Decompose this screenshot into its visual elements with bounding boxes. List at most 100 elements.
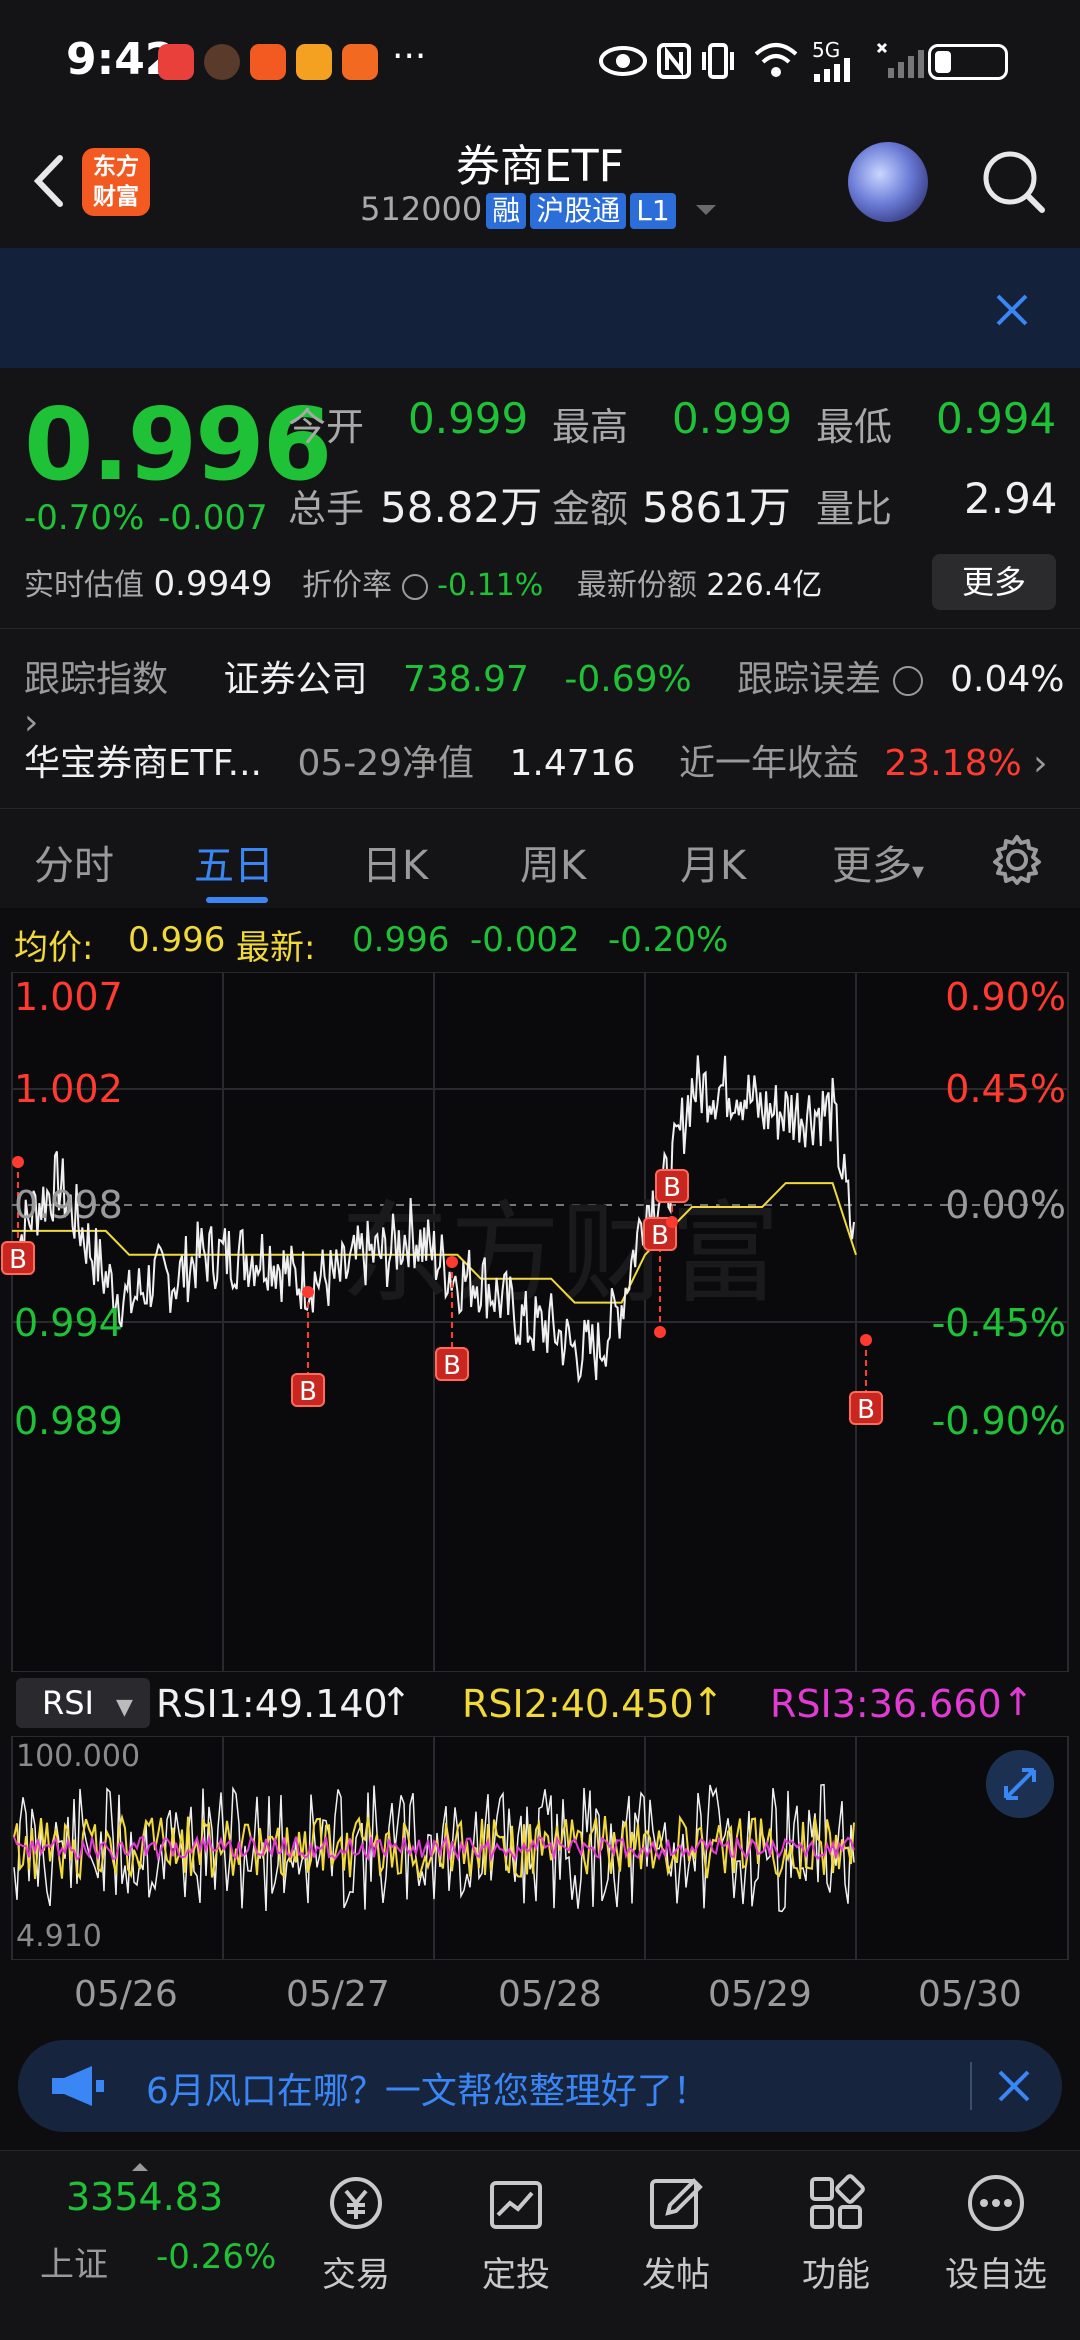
discount-value: -0.11% [437, 568, 544, 603]
chart-tabs: 分时 五日 日K 周K 月K 更多▾ [0, 808, 1080, 908]
amount-label: 金额 [552, 487, 629, 531]
nav-trade[interactable]: 交易 [286, 2173, 426, 2296]
nav-label: 发帖 [642, 2255, 710, 2295]
market-index[interactable]: 3354.83 上证 -0.26% [16, 2161, 286, 2301]
status-bar: 9:42 ··· 5G [0, 0, 1080, 118]
app-notification-icon [158, 44, 194, 80]
tag-level: L1 [630, 193, 676, 229]
date-label: 05/28 [498, 1974, 602, 2015]
nav-functions[interactable]: 功能 [766, 2173, 906, 2296]
chart-calendar-icon [490, 2181, 542, 2229]
last-change-pct: -0.20% [608, 920, 729, 960]
notice-bar[interactable]: 6月风口在哪？一文帮您整理好了！ [18, 2040, 1062, 2132]
eye-icon [599, 46, 647, 76]
buy-marker-label: B [443, 1351, 461, 1381]
high-value: 0.999 [672, 394, 793, 443]
vibrate-icon [702, 43, 734, 79]
signal-icon-sim2 [876, 42, 924, 78]
tracking-pct: -0.69% [564, 659, 692, 700]
tracking-row[interactable]: 跟踪指数 证券公司 738.97 -0.69% 跟踪误差 0.04% › [24, 650, 1080, 743]
notice-text: 6月风口在哪？一文帮您整理好了！ [146, 2071, 709, 2112]
tracking-error-value: 0.04% [950, 659, 1065, 700]
more-button[interactable]: 更多 [932, 554, 1056, 610]
tab-five-day[interactable]: 五日 [194, 833, 274, 891]
nav-add-watchlist[interactable]: 设自选 [926, 2173, 1066, 2296]
ad-banner[interactable] [0, 248, 1080, 368]
tab-weekly-k[interactable]: 周K [520, 833, 586, 891]
buy-marker-dot [302, 1286, 314, 1298]
nav-label: 功能 [802, 2255, 870, 2295]
chevron-right-icon: › [1033, 743, 1048, 784]
rsi-top-label: 100.000 [16, 1739, 140, 1774]
bottom-nav: 3354.83 上证 -0.26% 交易 定投 发帖 功能 设自选 [0, 2150, 1080, 2340]
rsi2-value: RSI2:40.450 [462, 1682, 694, 1726]
tab-daily-k[interactable]: 日K [362, 833, 428, 891]
index-name: 上证 [40, 2245, 108, 2285]
megaphone-icon [52, 2066, 104, 2106]
grid-icon [810, 2174, 865, 2229]
y-tick-right: 0.90% [945, 975, 1066, 1019]
assistant-robot-icon[interactable] [848, 142, 928, 222]
tab-more[interactable]: 更多▾ [832, 833, 924, 891]
tag-margin: 融 [486, 193, 527, 229]
y-tick-left: 0.989 [14, 1399, 123, 1443]
volume-value: 58.82万 [380, 483, 543, 532]
battery-icon [928, 44, 1008, 80]
buy-marker-dot [666, 1216, 678, 1228]
signal-icon [814, 58, 850, 82]
tab-intraday[interactable]: 分时 [34, 833, 114, 891]
gear-icon[interactable] [990, 833, 1044, 887]
app-notification-icon [296, 44, 332, 80]
search-icon[interactable] [978, 146, 1048, 216]
close-icon[interactable] [994, 2066, 1034, 2106]
extra-row: 实时估值 0.9949 折价率 -0.11% 最新份额 226.4亿 [24, 560, 822, 604]
wifi-icon [754, 43, 798, 77]
open-label: 今开 [288, 405, 365, 449]
index-pct: -0.26% [156, 2237, 277, 2277]
header: 东方 财富 券商ETF 512000 融沪股通 L1 [0, 118, 1080, 248]
rsi1-up-icon: ↑ [380, 1680, 412, 1724]
more-dots-icon [968, 2175, 1024, 2231]
close-icon[interactable] [990, 288, 1034, 332]
nav-invest-plan[interactable]: 定投 [446, 2173, 586, 2296]
return-value: 23.18% [884, 743, 1022, 784]
nav-label: 05-29净值 [297, 743, 475, 784]
date-label: 05/26 [74, 1974, 178, 2015]
date-label: 05/30 [918, 1974, 1022, 2015]
chart-info-bar: 均价: 0.996 最新: 0.996 -0.002 -0.20% [0, 908, 1080, 972]
price-change: -0.007 [158, 498, 268, 538]
y-tick-left: 0.998 [14, 1183, 123, 1227]
buy-marker-label: B [9, 1245, 27, 1275]
quote-panel: 0.996 -0.70% -0.007 今开 0.999 最高 0.999 最低… [0, 368, 1080, 808]
rsi-bottom-label: 4.910 [16, 1919, 102, 1954]
low-value: 0.994 [936, 394, 1057, 443]
stock-code: 512000 [360, 190, 483, 228]
fund-row[interactable]: 华宝券商ETF... 05-29净值 1.4716 近一年收益 23.18% › [24, 734, 1048, 786]
help-icon[interactable] [892, 666, 923, 696]
price-change-percent: -0.70% [24, 498, 145, 538]
share-label: 最新份额 [576, 568, 697, 603]
caret-down-icon: ▾ [912, 857, 925, 885]
tab-underline [206, 897, 268, 903]
high-label: 最高 [552, 405, 629, 449]
chevron-down-icon [695, 205, 716, 215]
indicator-select[interactable]: RSI ▼ [16, 1678, 150, 1728]
tracking-error-label: 跟踪误差 [737, 659, 882, 700]
date-label: 05/29 [708, 1974, 812, 2015]
nav-value: 1.4716 [509, 743, 636, 784]
nav-post[interactable]: 发帖 [606, 2173, 746, 2296]
y-tick-right: -0.45% [932, 1301, 1066, 1345]
rsi2-up-icon: ↑ [692, 1680, 724, 1724]
caret-down-icon: ▼ [115, 1695, 133, 1720]
price-chart[interactable]: 东方财富 BBBBBB 1.0071.0020.9980.9940.9890.9… [0, 972, 1080, 1672]
divider [970, 2062, 972, 2110]
rsi3-value: RSI3:36.660 [770, 1682, 1002, 1726]
nav-label: 交易 [322, 2255, 390, 2295]
share-value: 226.4亿 [706, 568, 823, 603]
volume-label: 总手 [288, 487, 365, 531]
tab-monthly-k[interactable]: 月K [680, 833, 746, 891]
tracking-value: 738.97 [402, 659, 529, 700]
buy-marker-dot [860, 1334, 872, 1346]
rsi-chart[interactable]: 100.000 4.910 [0, 1736, 1080, 1960]
info-icon[interactable] [401, 573, 428, 600]
